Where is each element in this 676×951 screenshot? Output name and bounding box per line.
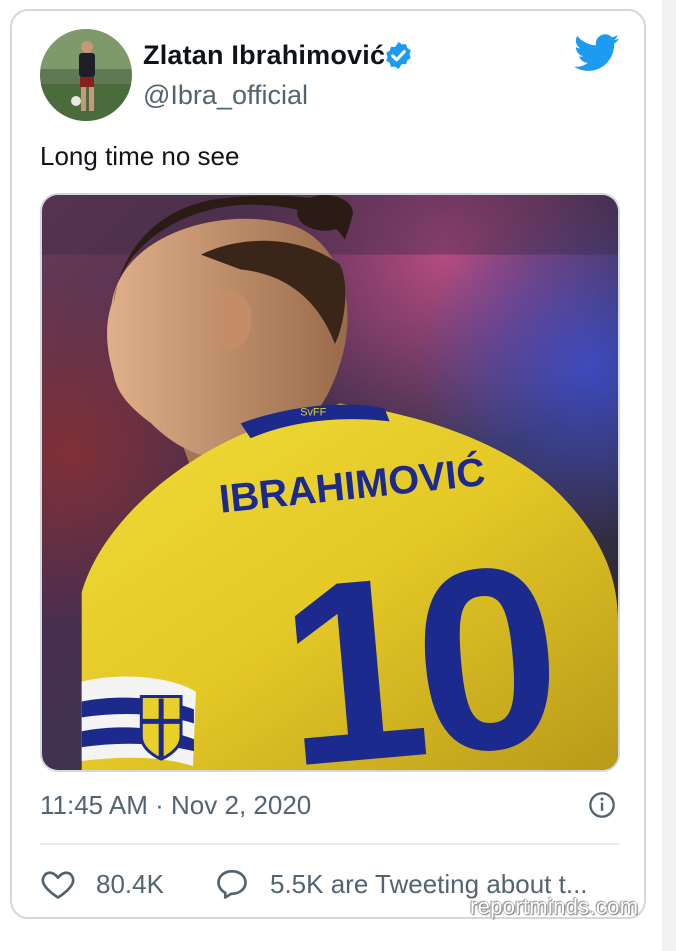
author-display-name[interactable]: Zlatan Ibrahimović [143,40,385,71]
like-button[interactable]: 80.4K [40,864,164,904]
scrollbar[interactable] [662,0,676,951]
tweet-media-image[interactable]: IBRAHIMOVIĆ 10 SvFF [40,193,620,772]
avatar[interactable] [40,29,132,121]
author-handle[interactable]: @Ibra_official [143,80,308,111]
like-count: 80.4K [96,868,164,899]
divider [40,843,620,845]
verified-badge-icon [386,41,411,70]
heart-icon [41,871,75,899]
watermark: reportminds.com [470,894,639,919]
jersey-collar-text: SvFF [300,406,326,418]
twitter-bird-icon[interactable] [574,34,620,72]
tweet-timestamp[interactable]: 11:45 AM · Nov 2, 2020 [40,790,311,821]
info-icon[interactable] [588,791,616,819]
speech-bubble-icon [217,869,247,899]
jersey-number-text: 10 [270,510,562,770]
tweet-text: Long time no see [40,141,240,171]
